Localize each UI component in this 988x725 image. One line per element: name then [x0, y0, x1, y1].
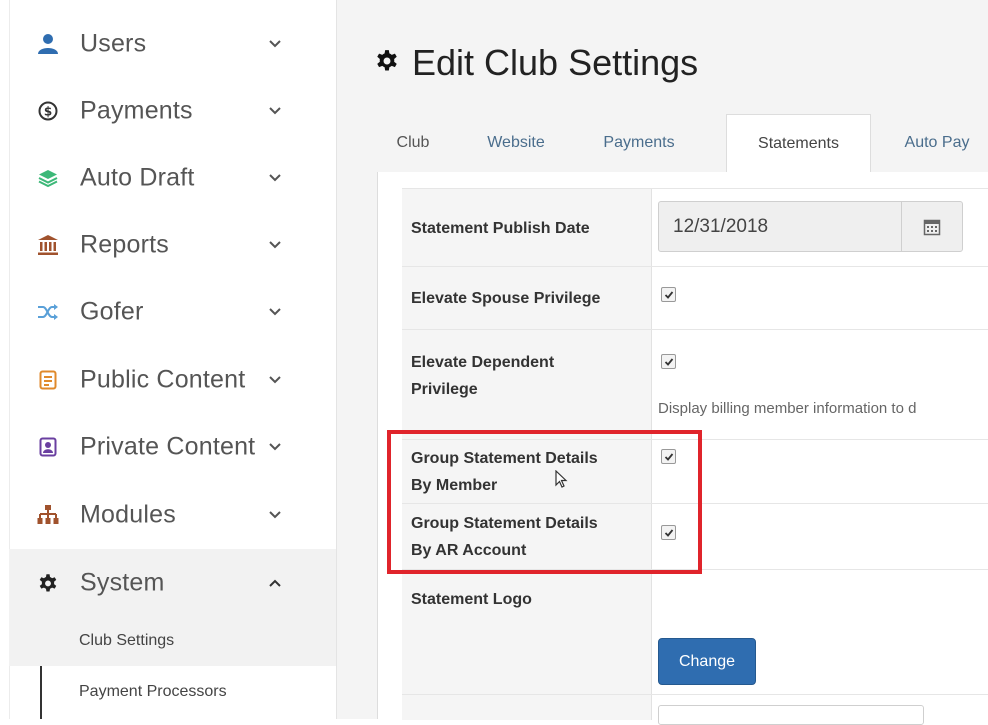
sidebar-item-label: Gofer [80, 297, 144, 325]
tab-auto-pay[interactable]: Auto Pay [887, 114, 987, 172]
form-row-spouse: Elevate Spouse Privilege [402, 266, 988, 330]
publish-date-value: 12/31/2018 [673, 215, 769, 237]
gear-icon [374, 48, 400, 79]
calendar-button[interactable] [901, 202, 962, 251]
check-icon [664, 290, 673, 299]
field-label: Group Statement Details By AR Account [402, 504, 652, 570]
tab-club[interactable]: Club [385, 114, 441, 172]
field-label-line: Group Statement Details [411, 450, 598, 467]
field-value [652, 440, 988, 504]
tab-website[interactable]: Website [471, 114, 561, 172]
user-icon [37, 33, 59, 55]
sidebar-item-label: Public Content [80, 365, 246, 393]
shuffle-icon [37, 301, 59, 323]
field-label [402, 695, 652, 720]
tab-bar: Club Website Payments Statements Auto Pa… [377, 114, 988, 173]
field-value [652, 695, 988, 725]
page-title: Edit Club Settings [374, 38, 698, 88]
form-row-next [402, 694, 988, 725]
gear-icon [37, 572, 59, 594]
dependent-privilege-checkbox[interactable] [661, 354, 676, 369]
sidebar-item-label: Reports [80, 230, 169, 258]
statements-panel: Statement Publish Date 12/31/2018 Elevat… [377, 172, 988, 725]
sidebar-item-label: Modules [80, 500, 176, 528]
check-icon [664, 528, 673, 537]
mouse-cursor-icon [555, 470, 568, 488]
check-icon [664, 452, 673, 461]
sidebar-item-label: Users [80, 29, 147, 57]
tab-payments[interactable]: Payments [584, 114, 694, 172]
change-logo-button[interactable]: Change [658, 638, 756, 685]
group-by-ar-account-checkbox[interactable] [661, 525, 676, 540]
field-label: Elevate Dependent Privilege [402, 330, 652, 440]
dependent-help-text: Display billing member information to d [658, 400, 917, 417]
sidebar-subitem-label: Club Settings [79, 632, 175, 649]
check-icon [664, 357, 673, 366]
chevron-down-icon [269, 240, 281, 248]
layers-icon [37, 167, 59, 189]
field-label: Statement Publish Date [402, 189, 652, 267]
spouse-privilege-checkbox[interactable] [661, 287, 676, 302]
document-icon [37, 369, 59, 391]
chevron-down-icon [269, 106, 281, 114]
sidebar: Users $ Payments Auto Draft Reports Gofe… [0, 0, 337, 719]
chevron-down-icon [269, 442, 281, 450]
svg-text:$: $ [44, 104, 52, 118]
field-label: Elevate Spouse Privilege [402, 267, 652, 330]
chevron-down-icon [269, 375, 281, 383]
chevron-up-icon [269, 579, 281, 587]
main-content: Edit Club Settings Club Website Payments… [337, 0, 988, 725]
form-row-publish-date: Statement Publish Date 12/31/2018 [402, 188, 988, 267]
field-value: Change [652, 570, 988, 695]
bank-icon [37, 234, 59, 256]
sidebar-item-label: Auto Draft [80, 163, 195, 191]
form-row-dependent: Elevate Dependent Privilege Display bill… [402, 329, 988, 440]
field-value [652, 504, 988, 570]
field-label: Group Statement Details By Member [402, 440, 652, 504]
tab-statements[interactable]: Statements [726, 114, 871, 173]
sidebar-item-users[interactable]: Users [9, 10, 336, 77]
calendar-icon [923, 219, 941, 235]
dollar-circle-icon: $ [37, 100, 59, 122]
sidebar-item-label: System [80, 568, 165, 596]
field-label: Statement Logo [402, 570, 652, 695]
field-label-line: By Member [411, 477, 498, 494]
sidebar-item-label: Payments [80, 96, 193, 124]
sidebar-subitem-label: Payment Processors [79, 683, 227, 700]
page-title-text: Edit Club Settings [412, 42, 699, 83]
chevron-down-icon [269, 39, 281, 47]
chevron-down-icon [269, 510, 281, 518]
group-by-member-checkbox[interactable] [661, 449, 676, 464]
field-label-line: Elevate Dependent [411, 354, 555, 371]
form-row-statement-logo: Statement Logo Change [402, 569, 988, 695]
sidebar-item-payments[interactable]: $ Payments [9, 77, 336, 144]
sidebar-item-public-content[interactable]: Public Content [9, 346, 336, 413]
sidebar-subitem-club-settings[interactable]: Club Settings [9, 616, 336, 666]
chevron-down-icon [269, 173, 281, 181]
field-label-line: By AR Account [411, 542, 527, 559]
sidebar-item-auto-draft[interactable]: Auto Draft [9, 144, 336, 211]
sidebar-subitem-payment-processors[interactable]: Payment Processors [9, 667, 336, 717]
next-field-input[interactable] [658, 705, 924, 725]
badge-icon [37, 436, 59, 458]
form-row-group-by-member: Group Statement Details By Member [402, 439, 988, 504]
chevron-down-icon [269, 307, 281, 315]
field-value: Display billing member information to d [652, 330, 988, 440]
field-value [652, 267, 988, 330]
sidebar-item-modules[interactable]: Modules [9, 481, 336, 548]
field-label-line: Privilege [411, 381, 478, 398]
sidebar-item-private-content[interactable]: Private Content [9, 413, 336, 480]
form-row-group-by-ar-account: Group Statement Details By AR Account [402, 503, 988, 570]
sitemap-icon [37, 504, 59, 526]
sidebar-item-system[interactable]: System [9, 549, 336, 616]
field-label-line: Group Statement Details [411, 515, 598, 532]
field-value: 12/31/2018 [652, 189, 988, 267]
publish-date-input[interactable]: 12/31/2018 [658, 201, 963, 252]
sidebar-item-gofer[interactable]: Gofer [9, 278, 336, 345]
sidebar-item-reports[interactable]: Reports [9, 211, 336, 278]
sidebar-item-label: Private Content [80, 432, 256, 460]
